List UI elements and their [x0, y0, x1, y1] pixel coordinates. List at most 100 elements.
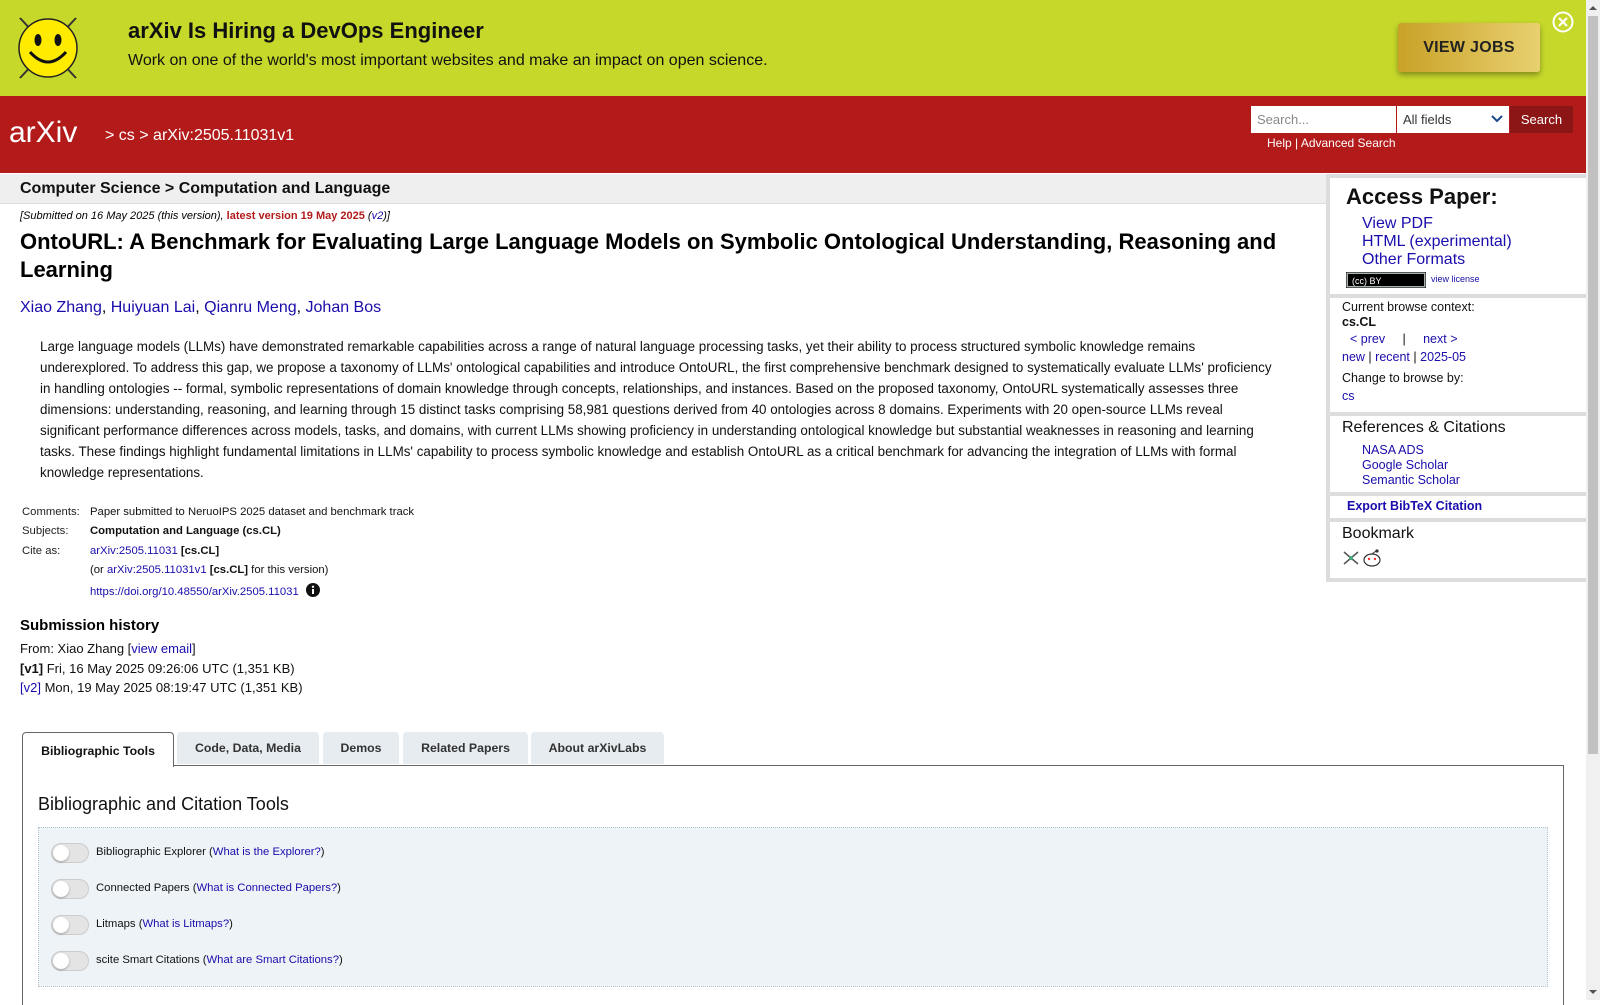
other-formats-link[interactable]: Other Formats	[1362, 251, 1465, 269]
author-sep: ,	[195, 299, 205, 316]
author-link[interactable]: Johan Bos	[306, 299, 382, 316]
new-link[interactable]: new	[1342, 350, 1365, 364]
browse-context: cs.CL	[1342, 315, 1377, 329]
subjects-label: Subjects:	[22, 525, 69, 537]
bookmark-title: Bookmark	[1342, 525, 1415, 542]
close-icon[interactable]	[1552, 11, 1574, 33]
explorer-toggle[interactable]	[51, 843, 89, 863]
help-divider: |	[1295, 136, 1299, 150]
author-list: Xiao Zhang, Huiyuan Lai, Qianru Meng, Jo…	[20, 299, 381, 317]
litmaps-help-link[interactable]: What is Litmaps?	[142, 918, 229, 930]
submitted-prefix: [Submitted on 16 May 2025 (this version)…	[20, 210, 227, 222]
tab-about-arxivlabs[interactable]: About arXivLabs	[531, 732, 664, 764]
scrollbar-thumb[interactable]	[1588, 16, 1598, 754]
breadcrumb-separator: >	[139, 127, 149, 144]
advanced-search-link[interactable]: Advanced Search	[1301, 136, 1396, 150]
breadcrumb-separator: >	[105, 127, 115, 144]
v2-link[interactable]: v2	[372, 210, 384, 222]
doi-link[interactable]: https://doi.org/10.48550/arXiv.2505.1103…	[90, 586, 299, 598]
view-license-link[interactable]: view license	[1431, 274, 1480, 284]
month-link[interactable]: 2025-05	[1420, 350, 1466, 364]
banner-subtitle: Work on one of the world's most importan…	[128, 52, 768, 69]
cite-category: [cs.CL]	[209, 564, 249, 576]
litmaps-toggle[interactable]	[51, 915, 89, 935]
connected-papers-help-link[interactable]: What is Connected Papers?	[196, 882, 337, 894]
arxiv-logo[interactable]: arXiv	[9, 114, 101, 154]
cite-version-row: (or arXiv:2505.11031v1 [cs.CL] for this …	[90, 564, 328, 576]
change-browse-label: Change to browse by:	[1342, 371, 1464, 385]
cite-version-link[interactable]: arXiv:2505.11031v1	[107, 564, 207, 576]
tab-bibliographic-tools[interactable]: Bibliographic Tools	[22, 732, 174, 767]
history-v1: [v1] Fri, 16 May 2025 09:26:06 UTC (1,35…	[20, 661, 295, 676]
or-prefix: (or	[90, 564, 107, 576]
scite-toggle[interactable]	[51, 951, 89, 971]
subject-bar: Computer Science > Computation and Langu…	[0, 174, 1326, 204]
submission-date: [Submitted on 16 May 2025 (this version)…	[20, 210, 390, 222]
prev-link[interactable]: < prev	[1350, 332, 1385, 346]
tool-name: Bibliographic Explorer	[96, 846, 206, 858]
recent-link[interactable]: recent	[1375, 350, 1410, 364]
tab-demos[interactable]: Demos	[323, 732, 399, 764]
access-paper-title: Access Paper:	[1346, 184, 1498, 209]
view-jobs-button[interactable]: VIEW JOBS	[1398, 23, 1540, 72]
search-input[interactable]: Search...	[1251, 106, 1396, 133]
search-field-select[interactable]: All fields	[1397, 106, 1509, 133]
semantic-scholar-link[interactable]: Semantic Scholar	[1362, 473, 1460, 487]
google-scholar-link[interactable]: Google Scholar	[1362, 458, 1448, 472]
abstract: Large language models (LLMs) have demons…	[40, 339, 1272, 480]
subject-breadcrumb: Computer Science > Computation and Langu…	[20, 180, 391, 197]
scroll-down-icon[interactable]	[1588, 987, 1598, 997]
browse-list-links: new | recent | 2025-05	[1342, 350, 1466, 364]
cite-category: [cs.CL]	[180, 545, 220, 557]
tool-name: Litmaps	[96, 918, 136, 930]
browse-context-label: Current browse context:	[1342, 300, 1475, 314]
connected-papers-label: Connected Papers (What is Connected Pape…	[96, 882, 341, 894]
references-title: References & Citations	[1342, 419, 1506, 436]
next-link[interactable]: next >	[1423, 332, 1457, 346]
svg-text:arXiv: arXiv	[9, 116, 77, 149]
explorer-help-link[interactable]: What is the Explorer?	[213, 846, 321, 858]
cs-browse-link[interactable]: cs	[1342, 389, 1355, 403]
v2-history-link[interactable]: [v2]	[20, 680, 41, 695]
view-email-link[interactable]: view email	[131, 641, 192, 656]
search-field-value: All fields	[1403, 112, 1452, 127]
paper-title: OntoURL: A Benchmark for Evaluating Larg…	[20, 229, 1277, 282]
help-link[interactable]: Help	[1267, 136, 1292, 150]
html-link[interactable]: HTML (experimental)	[1362, 233, 1512, 251]
info-icon[interactable]	[305, 583, 320, 597]
submission-history-title: Submission history	[20, 617, 160, 634]
author-link[interactable]: Xiao Zhang	[20, 299, 102, 316]
scroll-up-icon[interactable]	[1588, 3, 1598, 13]
nasa-ads-link[interactable]: NASA ADS	[1362, 443, 1424, 457]
tool-name: Connected Papers	[96, 882, 190, 894]
cc-by-license-badge[interactable]: (cc) BY	[1346, 272, 1426, 288]
or-suffix: for this version)	[248, 564, 329, 576]
list-divider: |	[1413, 350, 1417, 364]
help-links: Help | Advanced Search	[1267, 136, 1396, 150]
cite-link[interactable]: arXiv:2505.11031	[90, 545, 178, 557]
breadcrumb: > cs > arXiv:2505.11031v1	[105, 127, 294, 145]
export-bibtex-link[interactable]: Export BibTeX Citation	[1347, 499, 1482, 513]
scite-help-link[interactable]: What are Smart Citations?	[207, 954, 339, 966]
bracket: ]	[191, 641, 196, 656]
breadcrumb-cs[interactable]: cs	[119, 127, 135, 144]
cite-label: Cite as:	[22, 545, 61, 557]
author-link[interactable]: Huiyuan Lai	[111, 299, 196, 316]
explorer-label: Bibliographic Explorer (What is the Expl…	[96, 846, 325, 858]
connected-papers-toggle[interactable]	[51, 879, 89, 899]
tab-code-data-media[interactable]: Code, Data, Media	[177, 732, 319, 764]
comments-value: Paper submitted to NeruoIPS 2025 dataset…	[90, 506, 415, 518]
scite-label: scite Smart Citations (What are Smart Ci…	[96, 954, 343, 966]
hiring-banner: arXiv Is Hiring a DevOps Engineer Work o…	[0, 0, 1586, 96]
submitted-paren: (	[364, 210, 372, 222]
reddit-icon[interactable]	[1363, 549, 1381, 567]
tab-related-papers[interactable]: Related Papers	[403, 732, 528, 764]
view-pdf-link[interactable]: View PDF	[1362, 215, 1433, 233]
author-link[interactable]: Qianru Meng	[204, 299, 297, 316]
history-from: From: Xiao Zhang [view email]	[20, 641, 196, 656]
browse-nav: < prev | next >	[1350, 332, 1458, 346]
list-divider: |	[1368, 350, 1372, 364]
bibsonomy-icon[interactable]	[1343, 551, 1359, 565]
v2-date: Mon, 19 May 2025 08:19:47 UTC (1,351 KB)	[40, 680, 303, 695]
search-button[interactable]: Search	[1510, 106, 1573, 133]
